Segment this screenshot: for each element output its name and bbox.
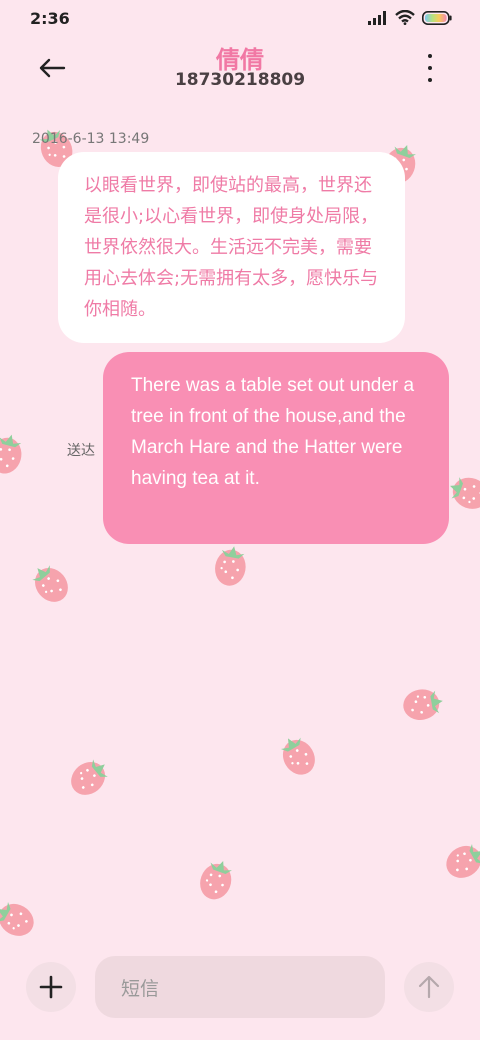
strawberry-icon [208, 537, 254, 591]
strawberry-icon [191, 849, 243, 907]
message-input[interactable]: 短信 [95, 956, 385, 1018]
strawberry-icon [60, 746, 121, 806]
add-attachment-button[interactable] [26, 962, 76, 1012]
signal-icon [368, 10, 386, 25]
delivery-status: 送达 [67, 443, 95, 459]
strawberry-icon [269, 724, 326, 785]
status-time: 2:36 [30, 9, 70, 28]
message-input-placeholder: 短信 [121, 977, 160, 1000]
strawberry-icon [437, 832, 480, 889]
strawberry-icon [19, 551, 79, 612]
strawberry-icon [0, 424, 32, 480]
conversation-header: 倩倩 18730218809 [0, 38, 480, 100]
battery-icon [422, 10, 452, 25]
wifi-icon [395, 10, 415, 25]
message-composer: 短信 [0, 950, 480, 1030]
outgoing-message-bubble[interactable]: There was a table set out under a tree i… [103, 352, 449, 544]
arrow-up-icon [418, 975, 440, 999]
contact-number: 18730218809 [174, 70, 306, 90]
plus-icon [39, 975, 63, 999]
more-options-button[interactable] [418, 54, 442, 82]
strawberry-icon [398, 681, 452, 727]
strawberry-icon [0, 890, 43, 947]
more-vertical-icon [428, 54, 432, 58]
message-timestamp: 2016-6-13 13:49 [32, 131, 150, 147]
status-bar: 2:36 [0, 0, 480, 38]
incoming-message-bubble[interactable]: 以眼看世界，即使站的最高，世界还是很小;以心看世界，即使身处局限，世界依然很大。… [58, 152, 405, 343]
send-button[interactable] [404, 962, 454, 1012]
